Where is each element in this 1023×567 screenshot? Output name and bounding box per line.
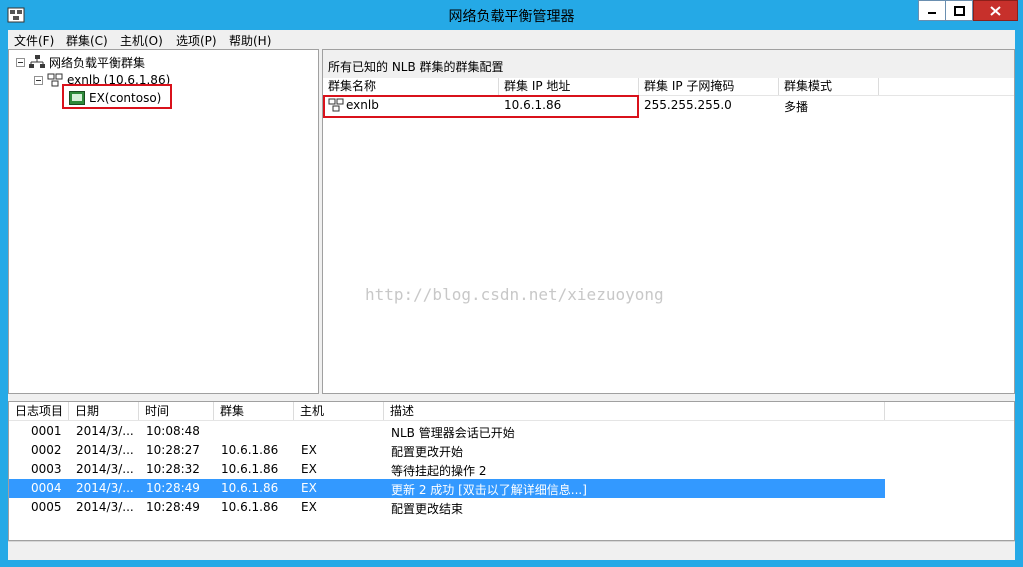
close-button[interactable]	[973, 0, 1018, 21]
log-cluster: 10.6.1.86	[221, 500, 279, 514]
cluster-icon	[47, 73, 63, 87]
log-time: 10:28:27	[146, 443, 200, 457]
log-host: EX	[301, 462, 317, 476]
cluster-tree[interactable]: 网络负载平衡群集 exnlb (10.6.1.86) EX(contoso)	[8, 49, 319, 394]
menu-file[interactable]: 文件(F)	[14, 32, 54, 49]
log-pane: 日志项目 日期 时间 群集 主机 描述 0001 2014/3/... 10:0…	[8, 401, 1015, 541]
log-col-cluster[interactable]: 群集	[214, 402, 294, 420]
menu-help[interactable]: 帮助(H)	[229, 32, 271, 49]
log-date: 2014/3/...	[76, 481, 134, 495]
col-cluster-mode[interactable]: 群集模式	[779, 78, 879, 95]
menu-options[interactable]: 选项(P)	[176, 32, 217, 49]
log-desc: 更新 2 成功 [双击以了解详细信息...]	[391, 483, 587, 497]
menu-bar: 文件(F) 群集(C) 主机(O) 选项(P) 帮助(H)	[8, 30, 1015, 49]
title-bar[interactable]: 网络负载平衡管理器	[0, 0, 1023, 30]
log-col-time[interactable]: 时间	[139, 402, 214, 420]
log-id: 0003	[31, 462, 62, 476]
log-cluster: 10.6.1.86	[221, 481, 279, 495]
log-row[interactable]: 0003 2014/3/... 10:28:32 10.6.1.86 EX 等待…	[9, 460, 885, 479]
log-col-date[interactable]: 日期	[69, 402, 139, 420]
log-desc: 配置更改结束	[391, 502, 464, 516]
log-time: 10:28:49	[146, 500, 200, 514]
log-col-host[interactable]: 主机	[294, 402, 384, 420]
log-id: 0005	[31, 500, 62, 514]
watermark: http://blog.csdn.net/xiezuoyong	[365, 285, 664, 304]
window-title: 网络负载平衡管理器	[448, 9, 575, 25]
log-cluster: 10.6.1.86	[221, 462, 279, 476]
log-desc: 等待挂起的操作 2	[391, 464, 487, 478]
cell-subnet-mask: 255.255.255.0	[644, 98, 732, 112]
log-col-id[interactable]: 日志项目	[9, 402, 69, 420]
log-time: 10:28:32	[146, 462, 200, 476]
log-col-desc[interactable]: 描述	[384, 402, 885, 420]
collapse-icon[interactable]	[16, 57, 25, 67]
log-row[interactable]: 0005 2014/3/... 10:28:49 10.6.1.86 EX 配置…	[9, 498, 885, 517]
log-host: EX	[301, 481, 317, 495]
log-date: 2014/3/...	[76, 500, 134, 514]
horizontal-splitter[interactable]	[8, 394, 1015, 401]
log-id: 0004	[31, 481, 62, 495]
network-icon	[29, 55, 45, 68]
log-row[interactable]: 0002 2014/3/... 10:28:27 10.6.1.86 EX 配置…	[9, 441, 885, 460]
list-caption: 所有已知的 NLB 群集的群集配置	[328, 60, 504, 74]
log-id: 0002	[31, 443, 62, 457]
tree-root[interactable]: 网络负载平衡群集	[16, 54, 145, 70]
minimize-icon	[928, 11, 936, 14]
col-subnet-mask[interactable]: 群集 IP 子网掩码	[639, 78, 779, 95]
log-date: 2014/3/...	[76, 443, 134, 457]
menu-host[interactable]: 主机(O)	[120, 32, 163, 49]
log-desc: 配置更改开始	[391, 445, 464, 459]
log-host: EX	[301, 500, 317, 514]
minimize-button[interactable]	[918, 0, 946, 21]
log-row-selected[interactable]: 0004 2014/3/... 10:28:49 10.6.1.86 EX 更新…	[9, 479, 885, 498]
log-time: 10:08:48	[146, 424, 200, 438]
log-host: EX	[301, 443, 317, 457]
close-icon	[990, 5, 1001, 16]
log-date: 2014/3/...	[76, 424, 134, 438]
col-cluster-ip[interactable]: 群集 IP 地址	[499, 78, 639, 95]
log-time: 10:28:49	[146, 481, 200, 495]
maximize-icon	[953, 5, 965, 16]
collapse-icon[interactable]	[34, 75, 43, 85]
log-cluster: 10.6.1.86	[221, 443, 279, 457]
status-bar	[8, 541, 1015, 560]
maximize-button[interactable]	[946, 0, 973, 21]
log-desc: NLB 管理器会话已开始	[391, 426, 515, 440]
col-cluster-name[interactable]: 群集名称	[323, 78, 499, 95]
highlight-box	[323, 95, 639, 118]
cell-cluster-mode: 多播	[784, 100, 809, 114]
app-window: 网络负载平衡管理器 文件(F) 群集(C) 主机(O) 选项(P) 帮助(H) …	[0, 0, 1023, 567]
tree-root-label: 网络负载平衡群集	[49, 55, 146, 70]
highlight-box	[62, 84, 172, 109]
log-row[interactable]: 0001 2014/3/... 10:08:48 NLB 管理器会话已开始	[9, 422, 885, 441]
log-date: 2014/3/...	[76, 462, 134, 476]
cluster-list-pane: 所有已知的 NLB 群集的群集配置 群集名称 群集 IP 地址 群集 IP 子网…	[322, 49, 1015, 394]
menu-cluster[interactable]: 群集(C)	[66, 32, 108, 49]
log-id: 0001	[31, 424, 62, 438]
